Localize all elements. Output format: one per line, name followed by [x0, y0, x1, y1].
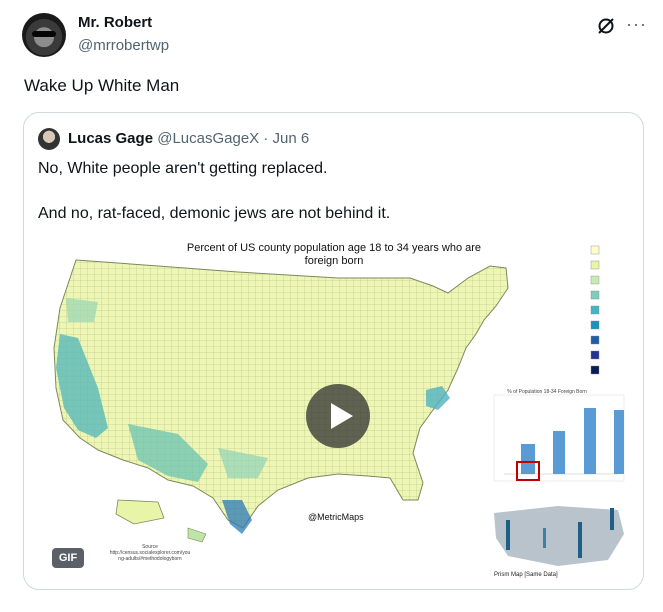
- legend-swatch: [590, 335, 600, 345]
- gif-media[interactable]: Percent of US county population age 18 t…: [38, 238, 630, 580]
- quote-date[interactable]: Jun 6: [273, 130, 310, 147]
- quote-text-line2: And no, rat-faced, demonic jews are not …: [38, 205, 391, 222]
- grok-icon[interactable]: [596, 16, 616, 36]
- legend-swatch: [590, 365, 600, 375]
- prism-map: [494, 506, 624, 566]
- more-icon[interactable]: ···: [626, 14, 647, 35]
- map-credit: @MetricMaps: [308, 512, 364, 522]
- legend-swatch: [590, 275, 600, 285]
- legend-swatch: [590, 320, 600, 330]
- quote-separator: ·: [259, 130, 273, 147]
- quote-tweet-card[interactable]: Lucas Gage @LucasGageX · Jun 6 No, White…: [23, 112, 644, 590]
- quote-author-line: Lucas Gage @LucasGageX · Jun 6: [68, 130, 309, 147]
- quote-avatar[interactable]: [38, 128, 60, 150]
- legend-swatch: [590, 260, 600, 270]
- gif-badge: GIF: [52, 548, 84, 568]
- quote-author-name[interactable]: Lucas Gage: [68, 130, 153, 147]
- legend-swatch: [590, 290, 600, 300]
- legend-swatch: [590, 245, 600, 255]
- inset-chart-title: % of Population 18-34 Foreign Born: [507, 389, 587, 395]
- legend-swatch: [590, 305, 600, 315]
- quote-text-line1: No, White people aren't getting replaced…: [38, 160, 328, 177]
- quote-author-handle[interactable]: @LucasGageX: [157, 130, 259, 147]
- play-icon: [331, 403, 353, 429]
- author-name[interactable]: Mr. Robert: [78, 14, 152, 31]
- author-handle[interactable]: @mrrobertwp: [78, 37, 169, 54]
- prism-map-label: Prism Map [Same Data]: [494, 572, 558, 578]
- legend-swatch: [590, 350, 600, 360]
- source-line3: ng-adults/#methodologyborn: [118, 556, 182, 562]
- avatar[interactable]: [22, 13, 66, 57]
- source-note: Source http://census.socialexplorer.com/…: [100, 544, 200, 562]
- tweet-text: Wake Up White Man: [24, 76, 180, 95]
- play-button[interactable]: [306, 384, 370, 448]
